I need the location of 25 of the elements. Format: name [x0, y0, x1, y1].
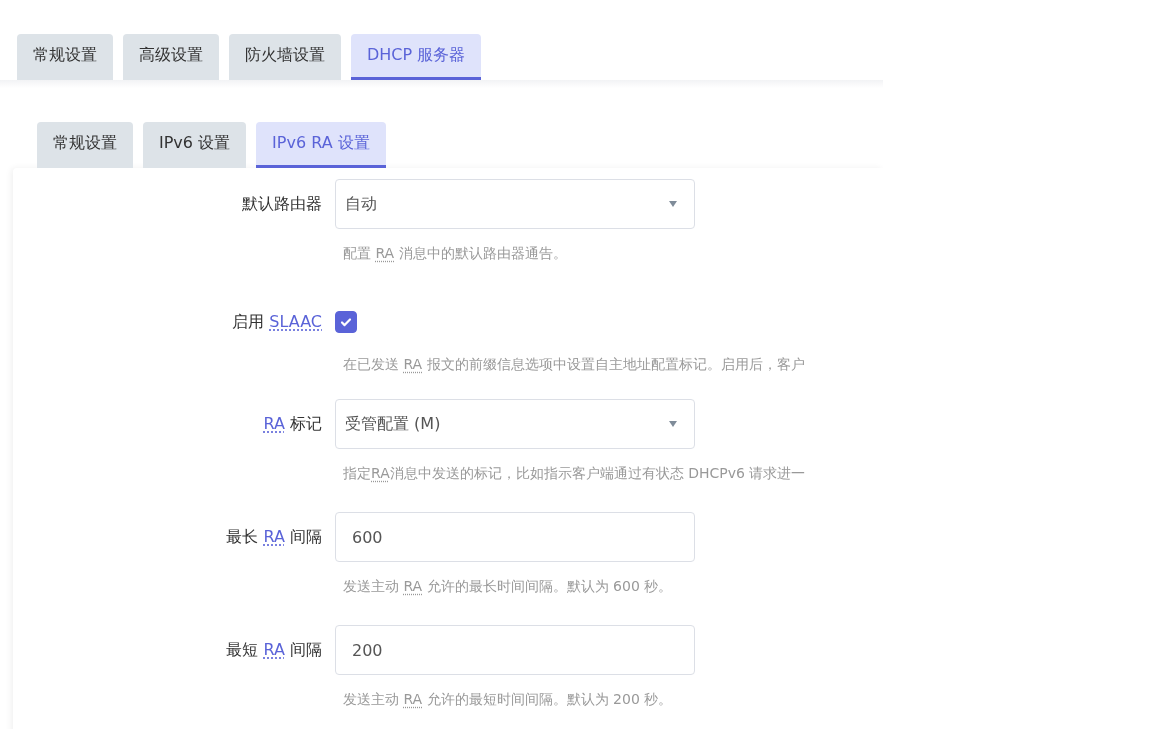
help-text: 配置 RA 消息中的默认路由器通告。	[343, 245, 567, 263]
field-label: RA 标记	[263, 413, 322, 435]
input-field[interactable]: 200	[335, 625, 695, 675]
select-field[interactable]: 自动	[335, 179, 695, 229]
field-label: 默认路由器	[242, 193, 322, 215]
tab[interactable]: DHCP 服务器	[351, 34, 482, 80]
checkmark-icon	[339, 315, 353, 329]
tab[interactable]: IPv6 设置	[143, 122, 247, 168]
tab[interactable]: 高级设置	[123, 34, 219, 80]
tab[interactable]: IPv6 RA 设置	[256, 122, 386, 168]
caret-icon	[668, 200, 678, 208]
tab[interactable]: 常规设置	[17, 34, 113, 80]
select-field[interactable]: 受管配置 (M)	[335, 399, 695, 449]
help-text: 在已发送 RA 报文的前缀信息选项中设置自主地址配置标记。启用后，客户	[343, 356, 805, 374]
tab[interactable]: 防火墙设置	[229, 34, 341, 80]
field-label: 最长 RA 间隔	[226, 526, 322, 548]
help-text: 发送主动 RA 允许的最短时间间隔。默认为 200 秒。	[343, 691, 673, 709]
help-text: 发送主动 RA 允许的最长时间间隔。默认为 600 秒。	[343, 578, 673, 596]
checkbox[interactable]	[335, 311, 357, 333]
input-field[interactable]: 600	[335, 512, 695, 562]
tab[interactable]: 常规设置	[37, 122, 133, 168]
field-label: 启用 SLAAC	[232, 311, 322, 333]
help-text: 指定RA消息中发送的标记，比如指示客户端通过有状态 DHCPv6 请求进一	[343, 465, 806, 483]
field-label: 最短 RA 间隔	[226, 639, 322, 661]
caret-icon	[668, 420, 678, 428]
